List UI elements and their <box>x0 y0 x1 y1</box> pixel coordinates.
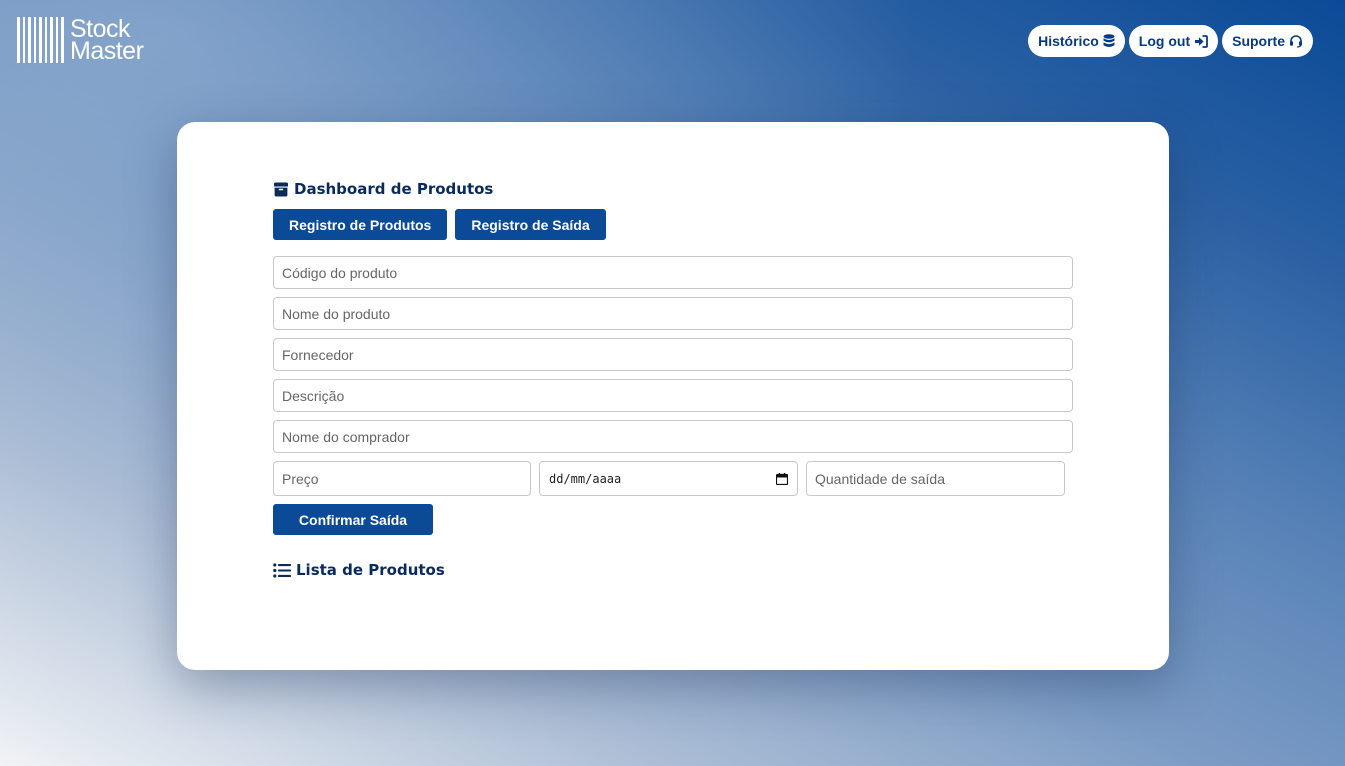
list-icon <box>273 562 291 578</box>
lista-produtos-title-text: Lista de Produtos <box>296 561 445 579</box>
descricao-input[interactable] <box>273 379 1073 412</box>
preco-input[interactable] <box>273 461 531 496</box>
brand-logo[interactable]: Stock Master <box>17 17 144 65</box>
database-icon <box>1103 34 1115 48</box>
tab-registro-produtos[interactable]: Registro de Produtos <box>273 209 448 240</box>
tab-registro-saida[interactable]: Registro de Saída <box>455 209 606 240</box>
dashboard-title: Dashboard de Produtos <box>273 180 493 198</box>
codigo-produto-input[interactable] <box>273 256 1073 289</box>
dashboard-card: Dashboard de Produtos Registro de Produt… <box>177 122 1169 670</box>
dashboard-tabs: Registro de Produtos Registro de Saída <box>273 209 606 240</box>
suporte-button[interactable]: Suporte <box>1222 25 1313 57</box>
box-icon <box>274 182 288 196</box>
logout-button[interactable]: Log out <box>1128 25 1219 57</box>
quantidade-saida-input[interactable] <box>806 461 1065 496</box>
sign-in-icon <box>1195 34 1209 48</box>
brand-line-2: Master <box>70 37 144 65</box>
dashboard-title-text: Dashboard de Produtos <box>294 180 494 198</box>
nome-produto-input[interactable] <box>273 297 1073 330</box>
barcode-icon <box>17 17 64 63</box>
calendar-icon[interactable] <box>776 472 788 485</box>
brand-name: Stock Master <box>70 17 144 65</box>
historico-label: Histórico <box>1038 33 1099 49</box>
lista-produtos-title: Lista de Produtos <box>273 561 445 579</box>
headset-icon <box>1290 35 1302 48</box>
logout-label: Log out <box>1138 33 1191 49</box>
data-placeholder: dd/mm/aaaa <box>549 471 622 486</box>
confirmar-saida-button[interactable]: Confirmar Saída <box>273 504 433 535</box>
data-input[interactable]: dd/mm/aaaa <box>539 461 798 496</box>
header-nav: Histórico Log out Suporte <box>1028 25 1313 57</box>
fornecedor-input[interactable] <box>273 338 1073 371</box>
suporte-label: Suporte <box>1232 33 1285 49</box>
nome-comprador-input[interactable] <box>273 420 1073 453</box>
historico-button[interactable]: Histórico <box>1028 25 1125 57</box>
